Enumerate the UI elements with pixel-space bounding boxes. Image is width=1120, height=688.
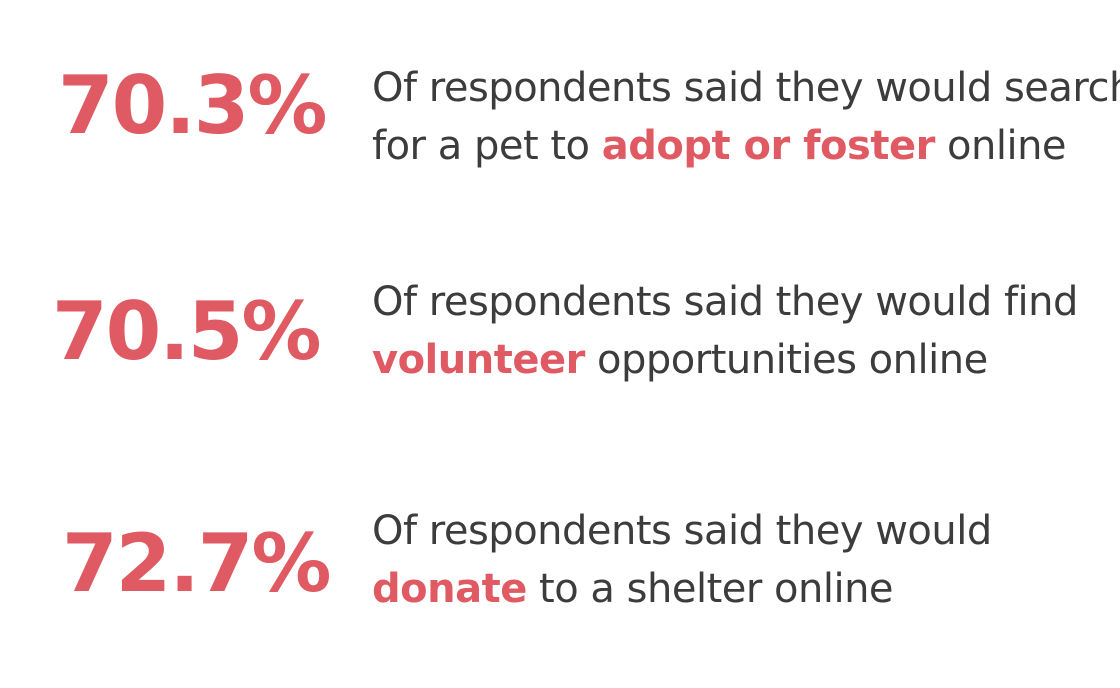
stat-percent: 70.3% bbox=[58, 59, 328, 152]
stat-highlight: adopt or foster bbox=[601, 123, 936, 169]
stat-highlight: donate bbox=[372, 566, 527, 612]
stat-description-line2: volunteer opportunities online bbox=[372, 331, 1078, 389]
stat-description-line1: Of respondents said they would find bbox=[372, 279, 1078, 325]
stat-text-pre: for a pet to bbox=[372, 123, 602, 169]
stat-description: Of respondents said they would find volu… bbox=[372, 273, 1078, 389]
stat-description-line2: for a pet to adopt or foster online bbox=[372, 117, 1120, 175]
stat-text-post: to a shelter online bbox=[526, 566, 894, 612]
stat-text-post: online bbox=[934, 123, 1067, 169]
stat-text-post: opportunities online bbox=[584, 337, 988, 383]
stat-percent: 70.5% bbox=[52, 285, 322, 378]
stat-description-line1: Of respondents said they would bbox=[372, 508, 992, 554]
stat-description-line1: Of respondents said they would search bbox=[372, 65, 1120, 111]
stat-percent: 72.7% bbox=[62, 517, 332, 610]
stat-description: Of respondents said they would search fo… bbox=[372, 59, 1120, 175]
stat-highlight: volunteer bbox=[372, 337, 585, 383]
stat-description-line2: donate to a shelter online bbox=[372, 560, 992, 618]
stat-description: Of respondents said they would donate to… bbox=[372, 502, 992, 618]
